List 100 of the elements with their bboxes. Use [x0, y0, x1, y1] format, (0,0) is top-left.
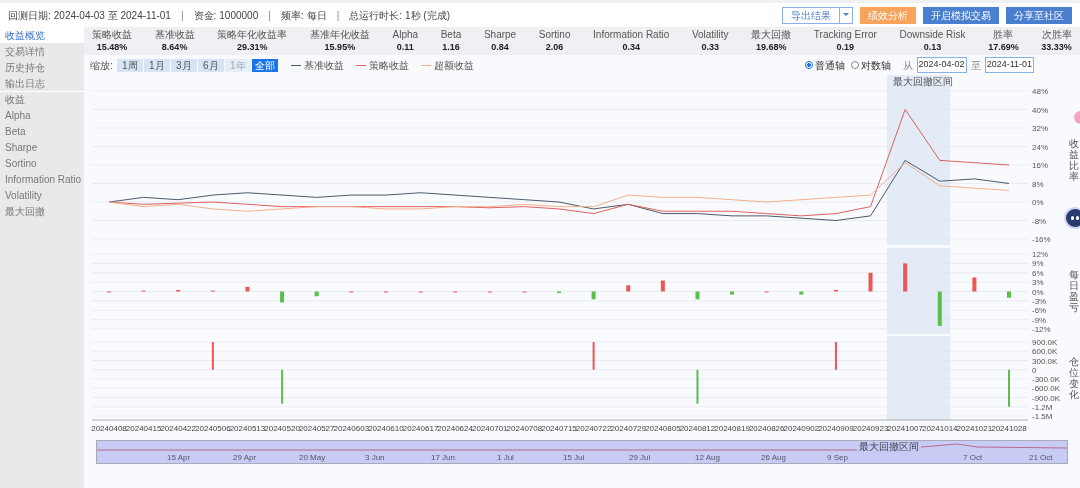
axis-tick-label: -6% [1032, 306, 1047, 316]
bar [281, 369, 284, 404]
metric-value: 1.16 [442, 41, 460, 53]
axis-tick-label: -300.0K [1032, 375, 1061, 384]
axis-tick-label: 20240603 [333, 424, 370, 433]
axis-tick-label: 3% [1032, 278, 1044, 288]
axis-title: 仓位变化 [1069, 356, 1079, 400]
band-label: 最大回撤区间 [893, 76, 954, 88]
axis-tick-label: 20240715 [541, 424, 577, 433]
legend-label: 基准收益 [303, 58, 344, 73]
to-label: 至 [970, 58, 981, 73]
legend-label: 策略收益 [368, 58, 409, 73]
action-button[interactable]: 绩效分析 [860, 6, 916, 24]
axis-tick-label: 40% [1032, 105, 1048, 115]
sidebar-item[interactable]: 收益概览 [0, 27, 84, 43]
range-button[interactable]: 3月 [170, 58, 197, 72]
bar [695, 291, 700, 300]
bar [660, 280, 665, 292]
range-button[interactable]: 6月 [197, 58, 224, 72]
axis-tick-label: -3% [1032, 296, 1047, 306]
axis-title: 每日盈亏 [1069, 269, 1079, 313]
slider-label: 29 Jul [629, 453, 651, 462]
sidebar-item[interactable]: Information Ratio [0, 171, 84, 187]
axis-tick-label: 20240923 [852, 424, 889, 433]
sidebar-item[interactable]: Beta [0, 123, 84, 139]
slider-label: 1 Jul [497, 453, 514, 462]
slider-label: 17 Jun [431, 453, 456, 462]
axis-tick-label: 20241028 [991, 424, 1027, 433]
axis-tick-label: 20240610 [368, 424, 404, 433]
action-button[interactable]: 开启模拟交易 [923, 6, 999, 24]
sidebar-item[interactable]: 交易详情 [0, 43, 84, 59]
bar [833, 289, 838, 292]
axis-tick-label: 20240506 [195, 424, 231, 433]
axis-tick-label: 20240520 [264, 424, 300, 433]
axis-tick-label: 0% [1032, 198, 1044, 207]
sidebar-item[interactable]: 历史持仓 [0, 59, 84, 75]
metric-value: 0.19 [836, 41, 855, 53]
axis-tick-label: 20240422 [160, 424, 197, 433]
bar [834, 342, 837, 370]
axis-tick-label: 20241021 [956, 424, 993, 433]
bar [592, 342, 595, 370]
axis-tick-label: -600.0K [1032, 384, 1061, 394]
sidebar-item[interactable]: 最大回撤 [0, 203, 84, 219]
metric-label: 次胜率 [1041, 29, 1072, 41]
axis-tick-label: 20240729 [610, 424, 647, 433]
caret-icon [843, 13, 849, 17]
bar [1007, 291, 1011, 298]
axis-title: 收益比率 [1069, 138, 1079, 182]
slider-band-label: 最大回撤区间 [857, 441, 921, 452]
slider-label: 12 Aug [695, 453, 720, 462]
axis-mode-radio[interactable]: 对数轴 [850, 57, 891, 73]
sidebar-item[interactable]: Alpha [0, 107, 84, 123]
metric-value: 2.06 [545, 41, 564, 53]
separator: | [268, 8, 271, 23]
sidebar-item[interactable]: 输出日志 [0, 75, 84, 91]
date-field[interactable]: 2024-11-01 [984, 57, 1034, 73]
range-button[interactable]: 1周 [116, 58, 143, 72]
axis-tick-label: 32% [1032, 124, 1048, 133]
axis-tick-label: 300.0K [1032, 356, 1058, 366]
axis-tick-label: 20240408 [91, 424, 127, 433]
metric-label: 最大回撤 [751, 29, 792, 41]
bar [314, 291, 319, 297]
range-slider[interactable]: 15 Apr 29 Apr 20 May 3 Jun 17 Jun 1 Jul 15 Jul 29 Jul 12 Aug 26 Aug 9 Sep 7 Oct 21 Oct 最大回撤区间 [96, 440, 1068, 464]
info-label: 总运行时长: [349, 8, 402, 23]
sidebar-item[interactable]: Sortino [0, 155, 84, 171]
axis-tick-label: 20240902 [783, 424, 820, 433]
separator: | [336, 8, 340, 23]
info-label: 回测日期: [8, 8, 51, 23]
export-dropdown[interactable] [839, 7, 852, 23]
axis-tick-label: 20240415 [125, 424, 162, 433]
axis-tick-label: 0% [1032, 287, 1044, 297]
sidebar-item[interactable]: Sharpe [0, 139, 84, 155]
axis-tick-label: -8% [1032, 216, 1047, 226]
axis-tick-label: -9% [1032, 315, 1047, 325]
metric-label: Sharpe [483, 29, 517, 41]
metric-value: 0.13 [923, 41, 942, 53]
metric-label: Sortino [538, 29, 571, 41]
info-value: 1秒 (完成) [405, 8, 450, 23]
legend-label: 超额收益 [433, 58, 474, 73]
axis-mode-radio[interactable]: 普通轴 [804, 57, 845, 73]
axis-tick-label: 20240527 [298, 424, 335, 433]
date-field[interactable]: 2024-04-02 [916, 57, 967, 73]
metric-label: 基准收益 [154, 29, 195, 41]
metric-value: 0.84 [491, 41, 509, 53]
bar [730, 291, 735, 295]
slider-label: 20 May [299, 453, 326, 462]
metric-value: 15.95% [324, 41, 356, 53]
slider-label: 3 Jun [365, 453, 385, 462]
bar [868, 272, 873, 292]
action-button[interactable]: 分享至社区 [1006, 6, 1072, 24]
axis-tick-label: 9% [1032, 259, 1044, 269]
range-button[interactable]: 1月 [143, 58, 170, 72]
bar [591, 291, 596, 300]
bar [937, 291, 942, 326]
axis-tick-label: 20240708 [506, 424, 543, 433]
bar [557, 291, 561, 294]
axis-tick-label: 20240805 [645, 424, 681, 433]
range-button[interactable]: 全部 [251, 58, 278, 72]
sidebar-item[interactable]: Volatility [0, 187, 84, 203]
axis-tick-label: 20240826 [748, 424, 785, 433]
